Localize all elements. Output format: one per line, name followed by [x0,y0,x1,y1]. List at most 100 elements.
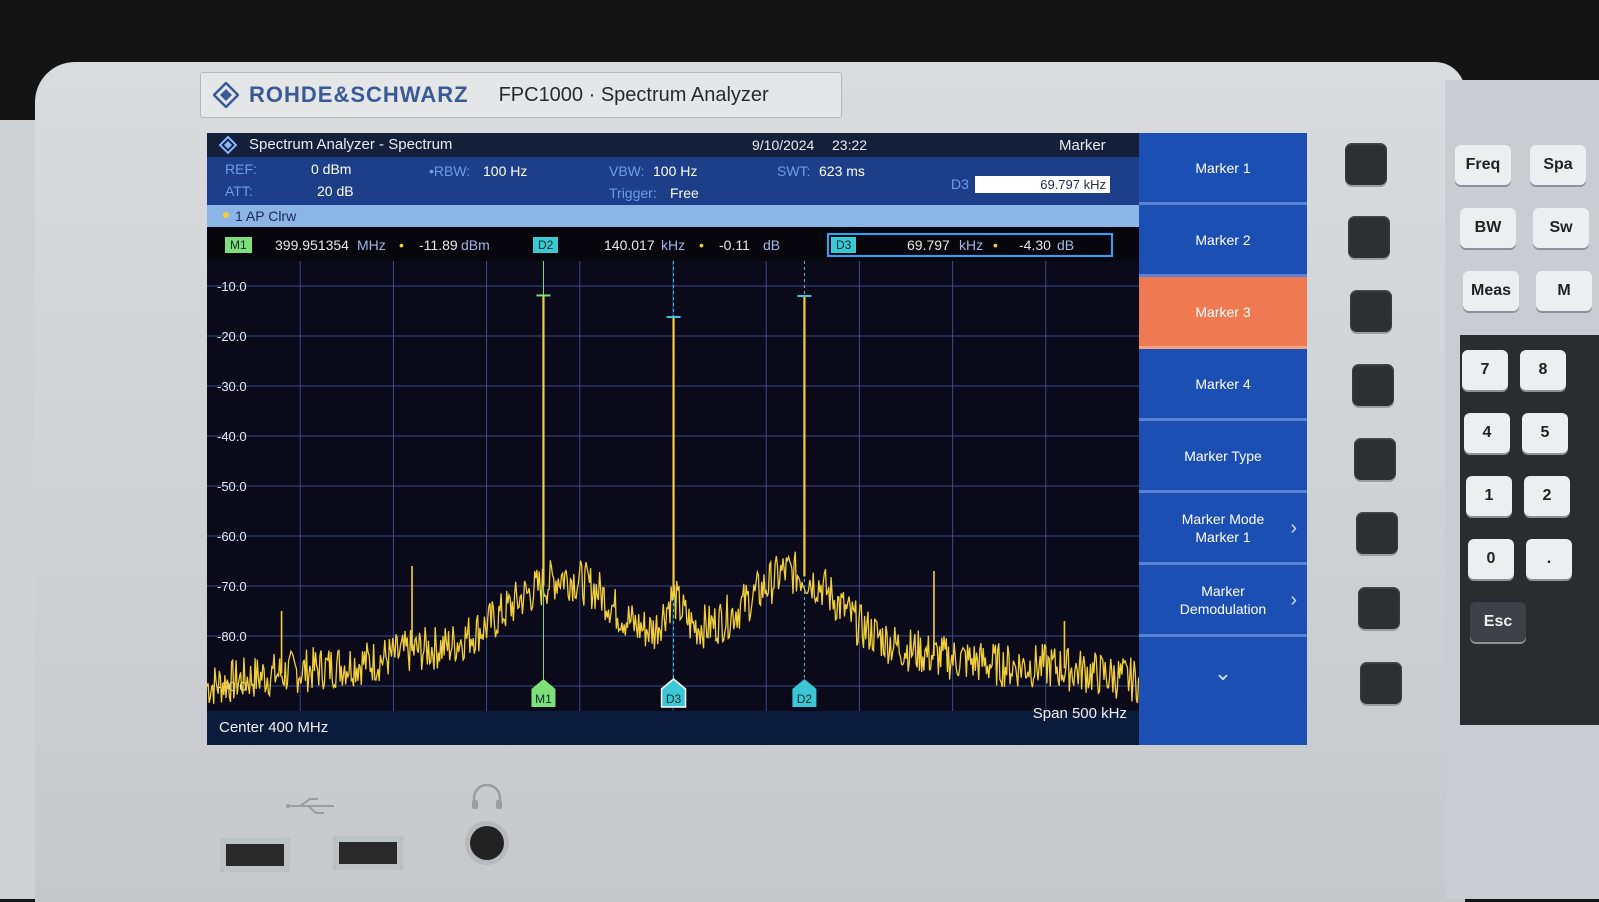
y-tick-label: -10.0 [217,279,247,294]
softkey-label: Marker 3 [1195,303,1251,320]
softkey-marker-type[interactable]: Marker Type [1139,421,1307,493]
d3-edit-field[interactable]: 69.797 kHz [975,176,1110,193]
softkey-marker-mode[interactable]: Marker Mode Marker 1 › [1139,493,1307,565]
menu-title: Marker [1059,137,1106,154]
frequency-bar: Center 400 MHz Span 500 kHz [207,705,1139,745]
hardware-softkey-2[interactable] [1348,216,1390,258]
key-0[interactable]: 0 [1468,539,1514,579]
hardware-softkey-4[interactable] [1352,364,1394,406]
y-tick-label: -70.0 [217,579,247,594]
m1-freq-unit: MHz [357,237,386,253]
vbw-label: VBW: [609,163,645,179]
marker-flag-label: D3 [666,692,682,706]
key-2[interactable]: 2 [1524,476,1570,516]
trace-bar: 1 AP Clrw [207,205,1139,227]
rs-logo-icon [213,82,239,108]
usb-port-1 [220,838,290,872]
key-dot[interactable]: . [1526,539,1572,579]
y-tick-label: -20.0 [217,329,247,344]
softkey-label: Marker Type [1184,447,1262,464]
key-1[interactable]: 1 [1466,476,1512,516]
key-5[interactable]: 5 [1522,413,1568,453]
swt-value[interactable]: 623 ms [819,163,865,179]
hardware-softkey-8[interactable] [1360,662,1402,704]
y-tick-label: -30.0 [217,379,247,394]
d3-level-unit: dB [1057,237,1075,253]
chevron-right-icon: › [1290,516,1297,539]
headphone-icon [472,783,502,809]
softkey-marker-1[interactable]: Marker 1 [1139,133,1307,205]
trace-label[interactable]: 1 AP Clrw [235,208,296,224]
esc-key[interactable]: Esc [1470,602,1526,642]
key-7[interactable]: 7 [1462,350,1508,390]
bw-key[interactable]: BW [1460,208,1516,248]
hardware-softkey-3[interactable] [1350,290,1392,332]
chevron-right-icon: › [1290,588,1297,611]
hardware-softkey-5[interactable] [1354,438,1396,480]
d2-dot-icon: • [699,237,704,253]
trace-dot-icon [223,212,229,218]
numeric-keypad-area [1460,335,1599,725]
y-tick-label: -80.0 [217,629,247,644]
y-tick-label: -60.0 [217,529,247,544]
y-tick-label: -40.0 [217,429,247,444]
edit-label: D3 [951,176,969,192]
trigger-value[interactable]: Free [670,185,699,201]
d2-level: -0.11 [719,237,750,253]
hardware-softkey-6[interactable] [1356,512,1398,554]
ref-label: REF: [225,161,257,177]
rbw-label: •RBW: [429,163,471,179]
span-value[interactable]: Span 500 kHz [1033,705,1127,722]
hardware-softkey-7[interactable] [1358,587,1400,629]
softkey-marker-2[interactable]: Marker 2 [1139,205,1307,277]
sweep-key[interactable]: Sw [1533,208,1589,248]
brand-bar: ROHDE&SCHWARZ FPC1000 · Spectrum Analyze… [200,72,842,118]
d3-dot-icon: • [993,237,998,253]
spectrum-plot[interactable]: -10.0 -20.0 -30.0 -40.0 -50.0 -60.0 -70.0 -80.0… [207,261,1139,711]
center-frequency[interactable]: Center 400 MHz [219,719,328,736]
screen-title: Spectrum Analyzer - Spectrum [249,136,453,153]
vbw-value[interactable]: 100 Hz [653,163,697,179]
freq-key[interactable]: Freq [1455,145,1511,185]
att-label: ATT: [225,183,253,199]
brand-name: ROHDE&SCHWARZ [249,82,469,107]
chevron-down-icon: ⌄ [1213,660,1233,685]
marker-flag-label: D2 [797,692,813,706]
marker-readout-row: M1 399.951354 MHz • -11.89 dBm D2 140.01… [207,229,1139,259]
meas-key[interactable]: Meas [1463,271,1519,311]
parameter-bar: REF: 0 dBm ATT: 20 dB •RBW: 100 Hz VBW: … [207,157,1139,205]
marker-tag-d3[interactable]: D3 [831,237,857,253]
key-8[interactable]: 8 [1520,350,1566,390]
hardware-softkey-1[interactable] [1345,143,1387,185]
softkey-marker-demodulation[interactable]: Marker Demodulation › [1139,565,1307,637]
softkey-marker-3[interactable]: Marker 3 [1139,277,1307,349]
softkey-label: Marker Mode Marker 1 [1181,510,1265,545]
m1-level: -11.89 [419,237,458,253]
softkey-marker-4[interactable]: Marker 4 [1139,349,1307,421]
ref-value[interactable]: 0 dBm [311,161,351,177]
softkey-label: Marker 2 [1195,231,1251,248]
m1-dot-icon: • [399,237,404,253]
marker-tag-d2[interactable]: D2 [533,237,559,253]
screen-title-bar: Spectrum Analyzer - Spectrum 9/10/2024 2… [207,133,1139,157]
usb-icon [286,798,334,814]
span-key[interactable]: Spa [1530,145,1586,185]
marker-key[interactable]: M [1536,271,1592,311]
model-name: FPC1000 · Spectrum Analyzer [498,83,769,106]
trigger-label: Trigger: [609,185,657,201]
marker-flag-label: M1 [535,692,552,706]
rbw-value[interactable]: 100 Hz [483,163,527,179]
d3-level: -4.30 [1019,237,1051,253]
d2-freq: 140.017 [604,237,655,253]
swt-label: SWT: [777,163,811,179]
d3-freq: 69.797 [907,237,950,253]
softkey-label: Marker 4 [1195,375,1251,392]
marker-tag-m1[interactable]: M1 [225,237,252,253]
att-value[interactable]: 20 dB [317,183,354,199]
softkey-label: Marker Demodulation [1179,582,1267,617]
usb-port-2 [333,836,403,870]
softkey-label: Marker 1 [1195,159,1251,176]
softkey-more[interactable]: ⌄ [1139,637,1307,709]
key-4[interactable]: 4 [1464,413,1510,453]
m1-level-unit: dBm [461,237,490,253]
